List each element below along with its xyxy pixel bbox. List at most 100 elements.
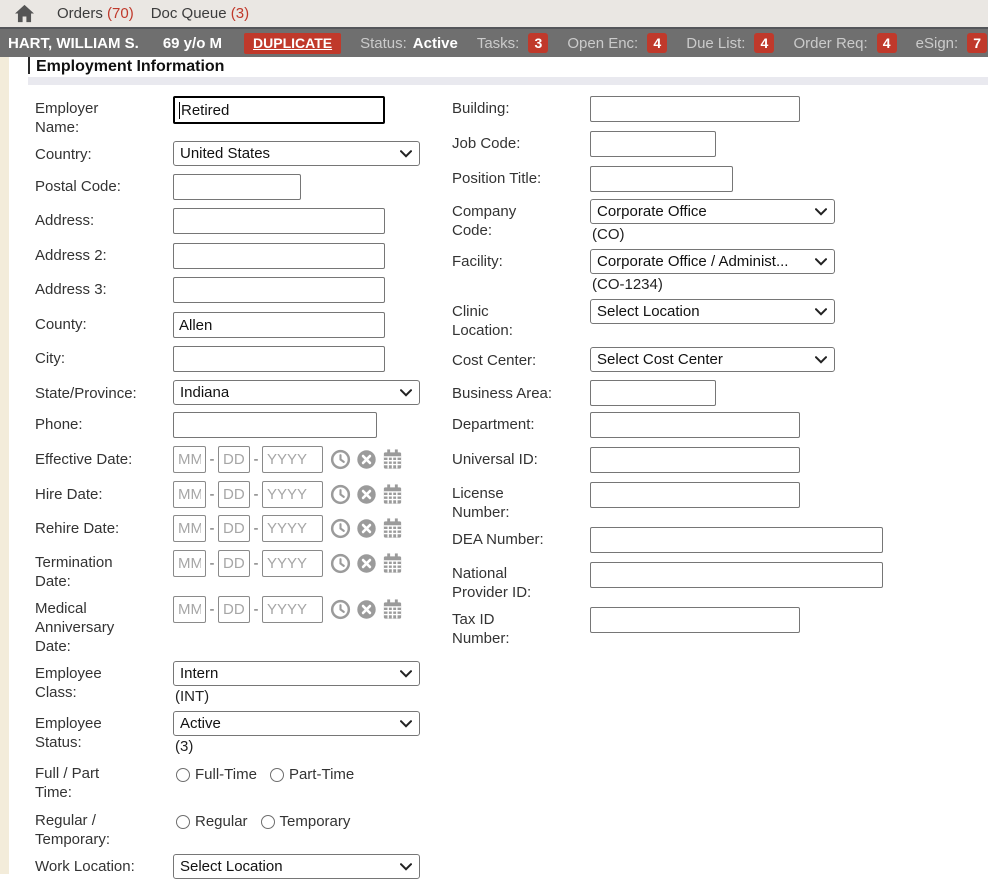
facility-select[interactable]: Corporate Office / Administ...: [590, 249, 835, 274]
rehire-date-mm-input[interactable]: [173, 515, 206, 542]
termination-date-dd-input[interactable]: [218, 550, 250, 577]
open-enc-count-badge[interactable]: 4: [647, 33, 667, 53]
hire-date-dd-input[interactable]: [218, 481, 250, 508]
radio-circle: [261, 815, 275, 829]
universal-id-label: Universal ID:: [452, 450, 582, 469]
select-value: Active: [180, 715, 221, 732]
department-input[interactable]: [590, 412, 800, 438]
clear-icon[interactable]: [355, 598, 378, 621]
national-provider-id-input[interactable]: [590, 562, 883, 588]
work-location-select[interactable]: Select Location: [173, 854, 420, 879]
work-location-label: Work Location:: [35, 857, 165, 876]
city-input[interactable]: [173, 346, 385, 372]
employee-status-label: Employee Status:: [35, 714, 120, 752]
section-divider-band: [28, 77, 988, 85]
select-value: Corporate Office / Administ...: [597, 253, 788, 270]
tax-id-number-label: Tax ID Number:: [452, 610, 532, 648]
clock-icon[interactable]: [329, 483, 352, 506]
esign-count-badge[interactable]: 7: [967, 33, 987, 53]
home-button[interactable]: [14, 4, 35, 23]
status-value: Active: [413, 35, 458, 52]
building-input[interactable]: [590, 96, 800, 122]
date-separator: -: [206, 520, 218, 537]
esign-label: eSign:: [916, 35, 959, 52]
tasks-count-badge[interactable]: 3: [528, 33, 548, 53]
clock-icon[interactable]: [329, 517, 352, 540]
patient-age-sex: 69 y/o M: [163, 35, 222, 52]
order-req-count-badge[interactable]: 4: [877, 33, 897, 53]
dea-number-input[interactable]: [590, 527, 883, 553]
effective-date-mm-input[interactable]: [173, 446, 206, 473]
clock-icon[interactable]: [329, 552, 352, 575]
full-part-time-radio-group: Full-Time Part-Time: [176, 766, 367, 783]
calendar-icon[interactable]: [381, 483, 404, 506]
clinic-location-select[interactable]: Select Location: [590, 299, 835, 324]
universal-id-input[interactable]: [590, 447, 800, 473]
calendar-icon[interactable]: [381, 552, 404, 575]
clock-icon[interactable]: [329, 448, 352, 471]
medical-anniversary-date-dd-input[interactable]: [218, 596, 250, 623]
temporary-radio[interactable]: Temporary: [261, 813, 351, 830]
phone-input[interactable]: [173, 412, 377, 438]
country-select[interactable]: United States: [173, 141, 420, 166]
hire-date-mm-input[interactable]: [173, 481, 206, 508]
part-time-radio[interactable]: Part-Time: [270, 766, 354, 783]
state-province-select[interactable]: Indiana: [173, 380, 420, 405]
medical-anniversary-date-mm-input[interactable]: [173, 596, 206, 623]
select-value: Indiana: [180, 384, 229, 401]
regular-radio[interactable]: Regular: [176, 813, 248, 830]
tab-orders[interactable]: Orders (70): [57, 5, 134, 22]
chevron-down-icon: [400, 863, 412, 871]
effective-date-dd-input[interactable]: [218, 446, 250, 473]
hire-date-yyyy-input[interactable]: [262, 481, 323, 508]
employer-name-input[interactable]: Retired: [173, 96, 385, 124]
select-value: Select Cost Center: [597, 351, 723, 368]
termination-date-yyyy-input[interactable]: [262, 550, 323, 577]
calendar-icon[interactable]: [381, 448, 404, 471]
due-list-count-badge[interactable]: 4: [754, 33, 774, 53]
department-label: Department:: [452, 415, 582, 434]
clear-icon[interactable]: [355, 517, 378, 540]
county-label: County:: [35, 315, 165, 334]
address3-input[interactable]: [173, 277, 385, 303]
employer-name-value: Retired: [181, 102, 229, 119]
license-number-input[interactable]: [590, 482, 800, 508]
company-code-select[interactable]: Corporate Office: [590, 199, 835, 224]
job-code-input[interactable]: [590, 131, 716, 157]
date-separator: -: [250, 451, 262, 468]
select-value: United States: [180, 145, 270, 162]
cost-center-select[interactable]: Select Cost Center: [590, 347, 835, 372]
tab-doc-queue[interactable]: Doc Queue (3): [151, 5, 249, 22]
duplicate-badge[interactable]: DUPLICATE: [244, 33, 341, 54]
address-input[interactable]: [173, 208, 385, 234]
position-title-input[interactable]: [590, 166, 733, 192]
employee-status-select[interactable]: Active: [173, 711, 420, 736]
address2-input[interactable]: [173, 243, 385, 269]
rehire-date-yyyy-input[interactable]: [262, 515, 323, 542]
clear-icon[interactable]: [355, 552, 378, 575]
tax-id-number-input[interactable]: [590, 607, 800, 633]
full-time-radio[interactable]: Full-Time: [176, 766, 257, 783]
business-area-label: Business Area:: [452, 384, 582, 403]
business-area-input[interactable]: [590, 380, 716, 406]
page-left-margin: [0, 57, 9, 874]
rehire-date-dd-input[interactable]: [218, 515, 250, 542]
termination-date-mm-input[interactable]: [173, 550, 206, 577]
county-input[interactable]: [173, 312, 385, 338]
patient-name: HART, WILLIAM S.: [8, 35, 139, 52]
clock-icon[interactable]: [329, 598, 352, 621]
clinic-location-label: Clinic Location:: [452, 302, 522, 340]
rehire-date-field: - -: [173, 515, 404, 542]
radio-label: Part-Time: [289, 766, 354, 783]
employer-name-label: Employer Name:: [35, 99, 120, 137]
phone-label: Phone:: [35, 415, 165, 434]
license-number-label: License Number:: [452, 484, 537, 522]
medical-anniversary-date-yyyy-input[interactable]: [262, 596, 323, 623]
effective-date-yyyy-input[interactable]: [262, 446, 323, 473]
calendar-icon[interactable]: [381, 517, 404, 540]
employee-class-select[interactable]: Intern: [173, 661, 420, 686]
postal-code-input[interactable]: [173, 174, 301, 200]
clear-icon[interactable]: [355, 448, 378, 471]
clear-icon[interactable]: [355, 483, 378, 506]
calendar-icon[interactable]: [381, 598, 404, 621]
